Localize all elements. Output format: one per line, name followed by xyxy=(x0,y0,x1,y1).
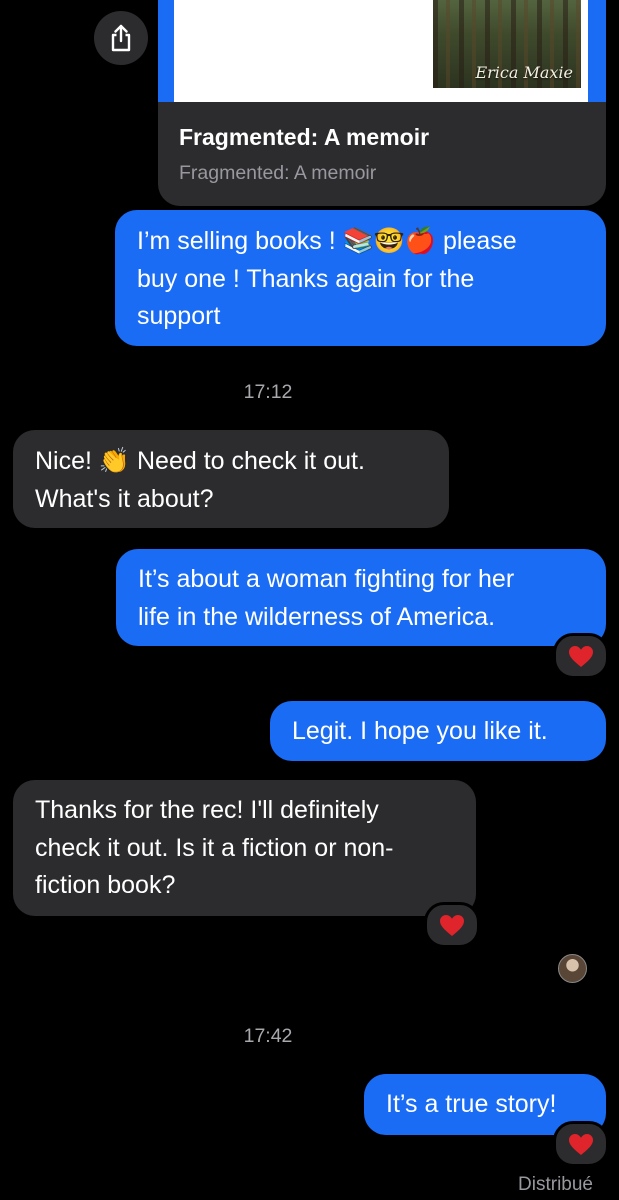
message-text-line: support xyxy=(137,302,221,330)
message-text-line: buy one ! Thanks again for the xyxy=(137,264,475,293)
heart-reaction[interactable] xyxy=(553,1121,609,1167)
message-bubble-incoming[interactable]: Thanks for the rec! I'll definitely chec… xyxy=(13,780,476,916)
heart-reaction[interactable] xyxy=(553,633,609,679)
message-text-line: Nice! 👏 Need to check it out. xyxy=(35,446,365,475)
book-cover-author: Erica Maxie xyxy=(475,63,573,82)
message-text-line: check it out. Is it a fiction or non- xyxy=(35,833,394,862)
clapping-hands-emoji: 👏 xyxy=(98,446,131,475)
book-cover-image: Erica Maxie xyxy=(433,0,581,88)
books-nerd-apple-emoji: 📚🤓🍎 xyxy=(342,226,437,255)
message-text-line: Legit. I hope you like it. xyxy=(292,717,548,745)
timestamp: 17:42 xyxy=(243,1025,293,1047)
heart-icon xyxy=(440,914,464,936)
delivery-status: Distribué xyxy=(518,1174,593,1195)
message-text-line: life in the wilderness of America. xyxy=(138,602,496,631)
message-text-line: I’m selling books ! 📚🤓🍎 please xyxy=(137,226,517,255)
heart-reaction[interactable] xyxy=(424,902,480,948)
link-preview-subtitle: Fragmented: A memoir xyxy=(179,162,377,184)
link-preview-card[interactable]: Erica Maxie Fragmented: A memoir Fragmen… xyxy=(158,0,606,206)
heart-icon xyxy=(569,645,593,667)
message-text-line: It’s a true story! xyxy=(386,1090,557,1118)
avatar xyxy=(558,954,587,983)
message-text-line: What's it about? xyxy=(35,484,214,513)
share-button[interactable] xyxy=(94,11,148,65)
message-text-line: It’s about a woman fighting for her xyxy=(138,565,515,593)
message-bubble-outgoing[interactable]: Legit. I hope you like it. xyxy=(270,701,606,761)
message-text-line: Thanks for the rec! I'll definitely xyxy=(35,796,379,824)
share-icon xyxy=(111,24,131,52)
message-bubble-outgoing[interactable]: I’m selling books ! 📚🤓🍎 please buy one !… xyxy=(115,210,606,346)
message-bubble-outgoing[interactable]: It’s about a woman fighting for her life… xyxy=(116,549,606,646)
message-bubble-incoming[interactable]: Nice! 👏 Need to check it out. What's it … xyxy=(13,430,449,528)
link-preview-title: Fragmented: A memoir xyxy=(179,124,430,150)
message-text-line: fiction book? xyxy=(35,871,176,899)
heart-icon xyxy=(569,1133,593,1155)
link-preview-image: Erica Maxie xyxy=(174,0,588,102)
timestamp: 17:12 xyxy=(243,381,293,403)
